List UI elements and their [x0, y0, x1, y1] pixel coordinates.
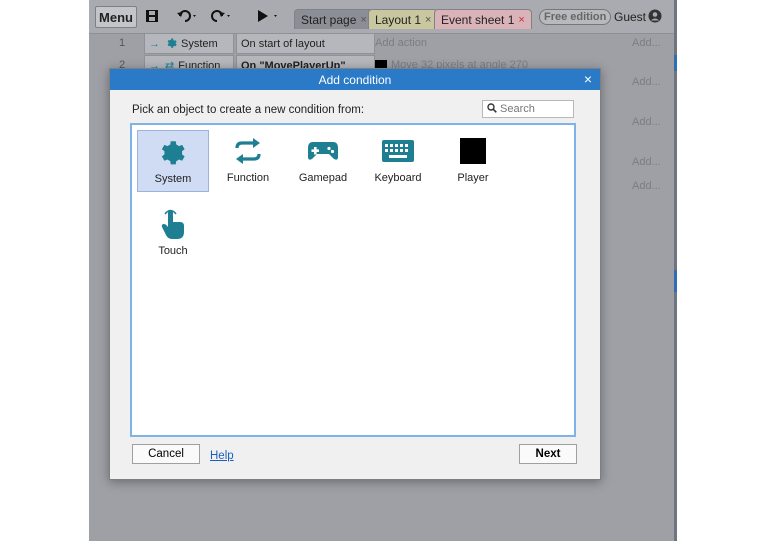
event-row: 1 → System On start of layout Add action… [89, 33, 674, 54]
cancel-button[interactable]: Cancel [132, 444, 200, 464]
dialog-title: Add condition [318, 72, 392, 87]
user-label: Guest [614, 10, 647, 24]
arrow-right-icon: → [149, 37, 160, 50]
help-link[interactable]: Help [210, 450, 234, 462]
event-condition[interactable]: On start of layout [236, 33, 375, 54]
tab-label: Layout 1 [375, 12, 422, 27]
object-tile-system[interactable]: System [137, 130, 209, 192]
add-link[interactable]: Add... [632, 116, 661, 128]
dialog-prompt: Pick an object to create a new condition… [132, 104, 365, 116]
search-box[interactable] [482, 100, 574, 118]
close-icon[interactable]: × [425, 14, 431, 26]
tab-event-sheet-1[interactable]: Event sheet 1 × [434, 9, 532, 29]
main-toolbar: Menu Start page × Layout 1 × Event sheet… [89, 0, 674, 34]
dialog-title-bar: Add condition × [110, 69, 600, 90]
add-action-link[interactable]: Add action [375, 37, 427, 49]
close-icon[interactable]: × [518, 14, 524, 26]
edition-badge: Free edition [539, 9, 612, 25]
add-condition-dialog: Add condition × Pick an object to create… [109, 68, 601, 480]
user-account-icon[interactable] [648, 9, 662, 23]
add-link[interactable]: Add... [632, 180, 661, 192]
add-link[interactable]: Add... [632, 156, 661, 168]
object-tile-label: Function [226, 172, 270, 184]
window-edge-marker [674, 270, 677, 292]
gear-icon [156, 137, 190, 167]
repeat-arrows-icon [231, 136, 265, 166]
event-number: 1 [119, 37, 126, 49]
object-tile-label: Touch [158, 245, 188, 257]
play-icon[interactable] [256, 7, 280, 25]
gear-icon [165, 36, 177, 51]
object-tile-label: Player [457, 172, 489, 184]
object-tile-label: Keyboard [374, 172, 422, 184]
tab-start-page[interactable]: Start page × [294, 9, 374, 29]
tab-label: Start page [301, 12, 357, 27]
close-icon[interactable]: × [584, 71, 592, 87]
window-edge-marker [674, 55, 677, 71]
redo-icon[interactable] [211, 7, 233, 25]
object-tile-label: System [154, 173, 192, 185]
undo-icon[interactable] [177, 7, 199, 25]
add-link[interactable]: Add... [632, 37, 661, 49]
tab-label: Event sheet 1 [441, 12, 515, 27]
event-object-label: System [181, 37, 218, 50]
object-tile-player[interactable]: Player [437, 130, 509, 192]
event-object[interactable]: → System [144, 33, 234, 54]
touch-hand-icon [156, 209, 190, 239]
gamepad-icon [306, 136, 340, 166]
add-link[interactable]: Add... [632, 76, 661, 88]
keyboard-icon [381, 136, 415, 166]
object-tile-label: Gamepad [298, 172, 348, 184]
object-list: System Function Gamepad Keyboard Player [130, 123, 576, 437]
object-tile-touch[interactable]: Touch [137, 203, 209, 265]
object-tile-keyboard[interactable]: Keyboard [362, 130, 434, 192]
search-icon [487, 102, 497, 116]
object-tile-gamepad[interactable]: Gamepad [287, 130, 359, 192]
next-button[interactable]: Next [519, 444, 577, 464]
save-icon[interactable] [145, 7, 159, 25]
black-square-sprite-icon [456, 136, 490, 166]
menu-button[interactable]: Menu [95, 6, 137, 28]
tab-layout-1[interactable]: Layout 1 × [368, 9, 439, 29]
object-tile-function[interactable]: Function [212, 130, 284, 192]
close-icon[interactable]: × [360, 14, 366, 26]
search-input[interactable] [500, 103, 568, 115]
